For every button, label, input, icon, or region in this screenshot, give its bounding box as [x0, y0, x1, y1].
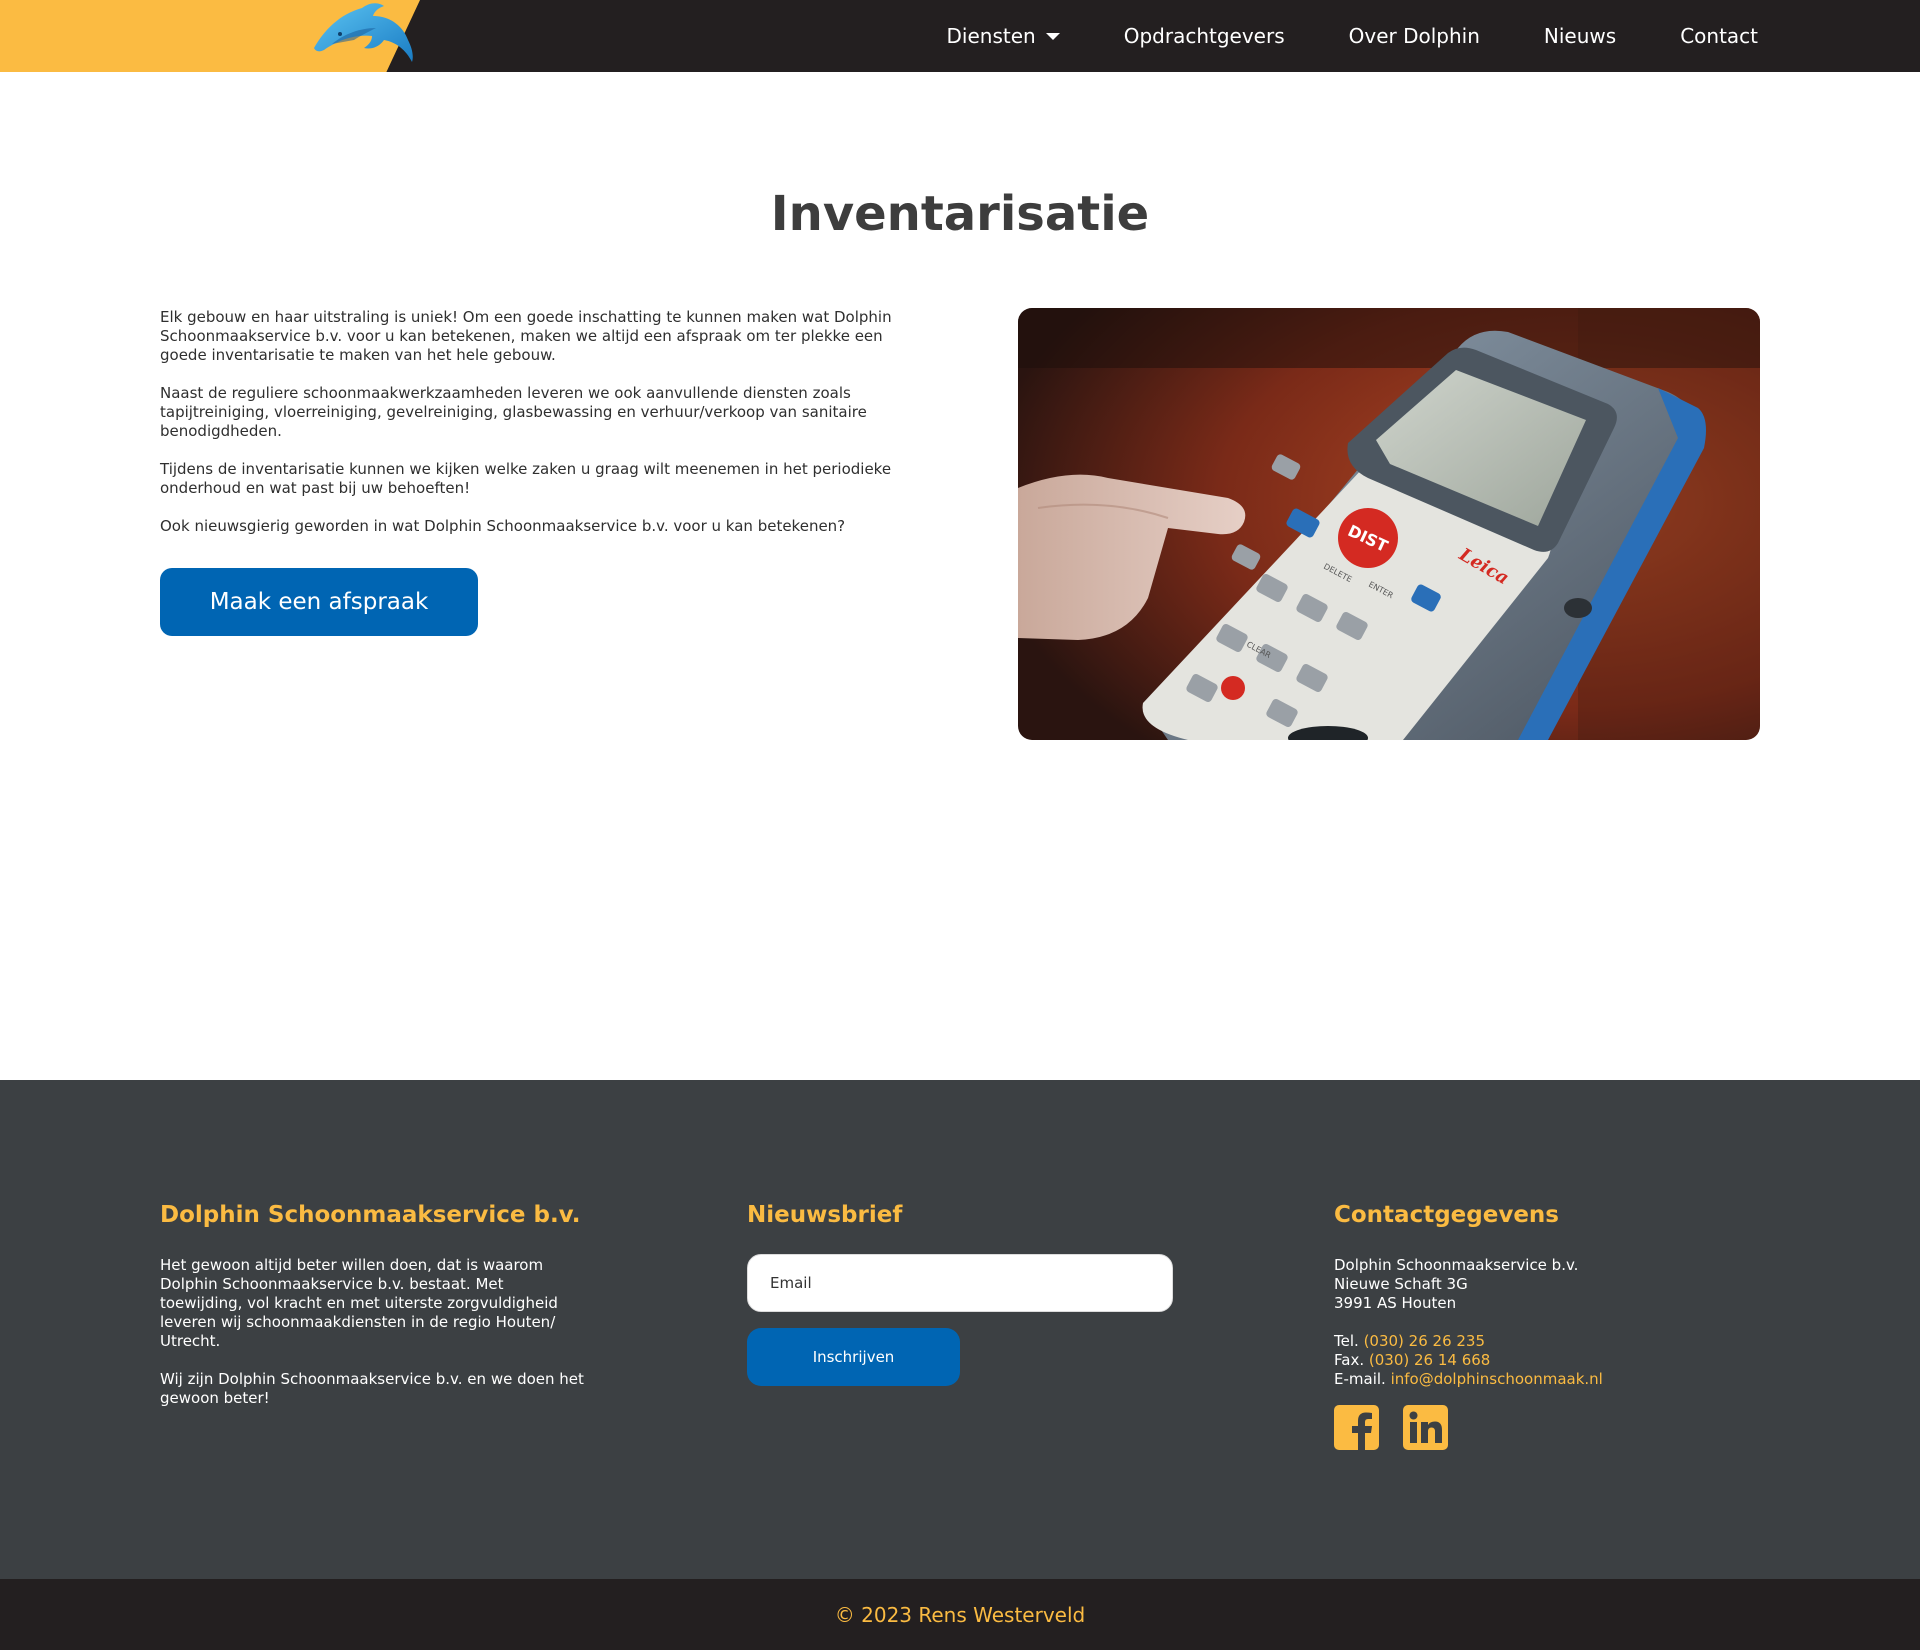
- subscribe-button[interactable]: Inschrijven: [747, 1328, 960, 1386]
- fax-line: Fax. (030) 26 14 668: [1334, 1351, 1754, 1370]
- phone-line: Tel. (030) 26 26 235: [1334, 1332, 1754, 1351]
- nav-item-over-dolphin[interactable]: Over Dolphin: [1349, 24, 1480, 48]
- social-links: [1334, 1405, 1754, 1450]
- phone-link[interactable]: (030) 26 26 235: [1364, 1332, 1485, 1350]
- footer-contact: Contactgegevens Dolphin Schoonmaakservic…: [1334, 1202, 1754, 1450]
- intro-paragraph: Naast de reguliere schoonmaakwerkzaamhed…: [160, 384, 867, 440]
- nav-item-label: Contact: [1680, 24, 1758, 48]
- copyright-text: © 2023 Rens Westerveld: [834, 1602, 1086, 1627]
- fax-value[interactable]: (030) 26 14 668: [1369, 1351, 1490, 1369]
- email-link[interactable]: info@dolphinschoonmaak.nl: [1391, 1370, 1603, 1388]
- top-navigation: Diensten Opdrachtgevers Over Dolphin Nie…: [0, 0, 1920, 72]
- nav-item-nieuws[interactable]: Nieuws: [1544, 24, 1616, 48]
- copyright-bar: © 2023 Rens Westerveld: [0, 1579, 1920, 1650]
- footer-heading: Contactgegevens: [1334, 1202, 1559, 1228]
- laser-distance-meter-photo: DIST Leica DELETE ENTER CLEAR: [1018, 308, 1760, 740]
- hero-image: DIST Leica DELETE ENTER CLEAR: [1018, 308, 1760, 740]
- fax-label: Fax.: [1334, 1351, 1365, 1369]
- footer-about: Dolphin Schoonmaakservice b.v. Het gewoo…: [160, 1202, 590, 1427]
- contact-details: Dolphin Schoonmaakservice b.v. Nieuwe Sc…: [1334, 1256, 1754, 1389]
- email-line: E-mail. info@dolphinschoonmaak.nl: [1334, 1370, 1754, 1389]
- phone-label: Tel.: [1334, 1332, 1359, 1350]
- nav-item-label: Opdrachtgevers: [1123, 24, 1285, 48]
- main-menu: Diensten Opdrachtgevers Over Dolphin Nie…: [947, 0, 1758, 72]
- about-paragraph: Het gewoon altijd beter willen doen, dat…: [160, 1256, 558, 1350]
- intro-paragraph: Tijdens de inventarisatie kunnen we kijk…: [160, 460, 892, 497]
- street-address: Nieuwe Schaft 3G: [1334, 1275, 1468, 1293]
- newsletter-email-input[interactable]: [747, 1254, 1173, 1312]
- dolphin-logo-icon[interactable]: [310, 0, 420, 66]
- nav-item-label: Over Dolphin: [1348, 24, 1480, 48]
- facebook-icon[interactable]: [1334, 1405, 1379, 1450]
- about-paragraph: Wij zijn Dolphin Schoonmaakservice b.v. …: [160, 1370, 584, 1407]
- intro-paragraph: Elk gebouw en haar uitstraling is uniek!…: [160, 308, 892, 364]
- intro-text: Elk gebouw en haar uitstraling is uniek!…: [160, 308, 920, 555]
- intro-paragraph: Ook nieuwsgierig geworden in wat Dolphin…: [160, 517, 846, 535]
- footer-heading: Dolphin Schoonmaakservice b.v.: [160, 1202, 581, 1228]
- city-address: 3991 AS Houten: [1334, 1294, 1457, 1312]
- caret-down-icon: [1045, 32, 1060, 40]
- address-block: Dolphin Schoonmaakservice b.v. Nieuwe Sc…: [1334, 1256, 1754, 1313]
- linkedin-icon[interactable]: [1403, 1405, 1448, 1450]
- footer-newsletter: Nieuwsbrief Inschrijven: [747, 1202, 1173, 1386]
- nav-item-label: Nieuws: [1543, 24, 1617, 48]
- nav-item-contact[interactable]: Contact: [1680, 24, 1758, 48]
- site-footer: Dolphin Schoonmaakservice b.v. Het gewoo…: [0, 1080, 1920, 1579]
- footer-heading: Nieuwsbrief: [747, 1202, 903, 1228]
- email-label: E-mail.: [1334, 1370, 1386, 1388]
- nav-item-opdrachtgevers[interactable]: Opdrachtgevers: [1124, 24, 1285, 48]
- page-title: Inventarisatie: [770, 186, 1150, 242]
- about-text: Het gewoon altijd beter willen doen, dat…: [160, 1256, 590, 1408]
- appointment-button[interactable]: Maak een afspraak: [160, 568, 478, 636]
- nav-item-label: Diensten: [946, 24, 1036, 48]
- company-name: Dolphin Schoonmaakservice b.v.: [1334, 1256, 1579, 1274]
- nav-item-diensten[interactable]: Diensten: [947, 24, 1060, 48]
